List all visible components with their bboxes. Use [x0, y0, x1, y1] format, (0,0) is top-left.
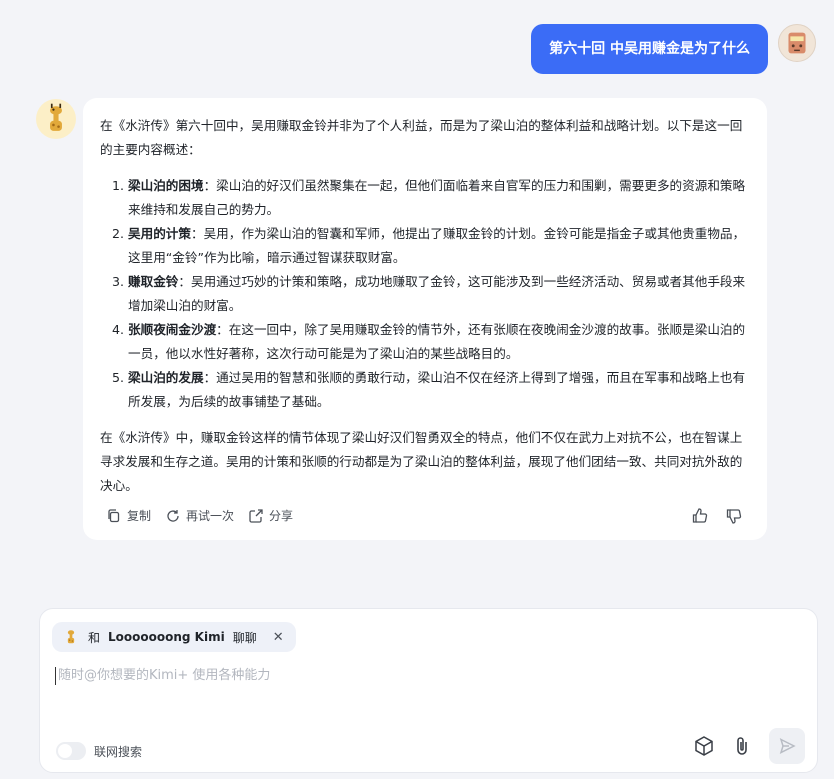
- user-avatar-icon: [788, 32, 806, 54]
- list-item: 梁山泊的发展：通过吴用的智慧和张顺的勇敢行动，梁山泊不仅在经济上得到了增强，而且…: [128, 366, 749, 414]
- kimi-mention-chip[interactable]: 和 Looooooong Kimi 聊聊 ✕: [52, 622, 296, 652]
- chip-suffix: 聊聊: [232, 630, 257, 645]
- copy-icon: [108, 509, 120, 523]
- list-item: 赚取金铃：吴用通过巧妙的计策和策略，成功地赚取了金铃，这可能涉及到一些经济活动、…: [128, 270, 749, 318]
- web-search-toggle[interactable]: [56, 742, 86, 760]
- dislike-button[interactable]: [725, 507, 743, 525]
- share-icon: [249, 509, 263, 523]
- list-item-text: ：梁山泊的好汉们虽然聚集在一起，但他们面临着来自官军的压力和围剿，需要更多的资源…: [128, 178, 746, 217]
- copy-button[interactable]: 复制: [106, 504, 151, 528]
- list-item-title: 吴用的计策: [128, 226, 191, 241]
- message-composer: 和 Looooooong Kimi 聊聊 ✕ 随时@你想要的Kimi+ 使用各种…: [39, 608, 818, 773]
- chip-close-icon[interactable]: ✕: [273, 630, 284, 645]
- bot-avatar: [36, 99, 76, 139]
- thumbs-up-icon: [692, 508, 708, 523]
- send-button[interactable]: [769, 728, 805, 764]
- share-button[interactable]: 分享: [248, 504, 293, 528]
- bot-message-card: 在《水浒传》第六十回中，吴用赚取金铃并非为了个人利益，而是为了梁山泊的整体利益和…: [83, 98, 767, 540]
- web-search-label: 联网搜索: [94, 744, 143, 759]
- send-icon: [779, 738, 796, 754]
- bot-conclusion: 在《水浒传》中，赚取金铃这样的情节体现了梁山好汉们智勇双全的特点，他们不仅在武力…: [100, 430, 743, 493]
- list-item-title: 赚取金铃: [128, 274, 179, 289]
- user-message-bubble: 第六十回 中吴用赚金是为了什么: [531, 24, 768, 74]
- list-item: 梁山泊的困境：梁山泊的好汉们虽然聚集在一起，但他们面临着来自官军的压力和围剿，需…: [128, 174, 749, 222]
- bot-list: 梁山泊的困境：梁山泊的好汉们虽然聚集在一起，但他们面临着来自官军的压力和围剿，需…: [128, 174, 749, 414]
- copy-label: 复制: [127, 509, 152, 523]
- thumbs-down-icon: [726, 509, 742, 524]
- chip-prefix: 和: [88, 630, 101, 645]
- list-item-text: ：吴用，作为梁山泊的智囊和军师，他提出了赚取金铃的计划。金铃可能是指金子或其他贵…: [128, 226, 746, 265]
- chip-name: Looooooong Kimi: [108, 630, 225, 644]
- giraffe-icon: [50, 103, 62, 131]
- message-actions: 复制 再试一次 分享: [106, 504, 743, 528]
- giraffe-icon: [67, 630, 75, 644]
- list-item-title: 张顺夜闹金沙渡: [128, 322, 217, 337]
- message-input[interactable]: 随时@你想要的Kimi+ 使用各种能力: [55, 667, 270, 685]
- user-message-row: 第六十回 中吴用赚金是为了什么: [531, 24, 816, 74]
- composer-tools: [693, 728, 805, 764]
- list-item-title: 梁山泊的困境: [128, 178, 204, 193]
- web-search-toggle-wrap: 联网搜索: [56, 742, 142, 760]
- list-item: 吴用的计策：吴用，作为梁山泊的智囊和军师，他提出了赚取金铃的计划。金铃可能是指金…: [128, 222, 749, 270]
- bot-intro: 在《水浒传》第六十回中，吴用赚取金铃并非为了个人利益，而是为了梁山泊的整体利益和…: [100, 118, 743, 157]
- retry-label: 再试一次: [186, 509, 235, 523]
- list-item-text: ：吴用通过巧妙的计策和策略，成功地赚取了金铃，这可能涉及到一些经济活动、贸易或者…: [128, 274, 746, 313]
- list-item: 张顺夜闹金沙渡：在这一回中，除了吴用赚取金铃的情节外，还有张顺在夜晚闹金沙渡的故…: [128, 318, 749, 366]
- like-button[interactable]: [691, 507, 709, 525]
- share-label: 分享: [269, 509, 294, 523]
- paperclip-icon[interactable]: [731, 735, 753, 757]
- cube-icon[interactable]: [693, 735, 715, 757]
- list-item-title: 梁山泊的发展: [128, 370, 204, 385]
- list-item-text: ：通过吴用的智慧和张顺的勇敢行动，梁山泊不仅在经济上得到了增强，而且在军事和战略…: [128, 370, 746, 409]
- list-item-text: ：在这一回中，除了吴用赚取金铃的情节外，还有张顺在夜晚闹金沙渡的故事。张顺是梁山…: [128, 322, 746, 361]
- user-avatar[interactable]: [778, 24, 816, 62]
- retry-button[interactable]: 再试一次: [165, 504, 234, 528]
- refresh-icon: [167, 510, 179, 522]
